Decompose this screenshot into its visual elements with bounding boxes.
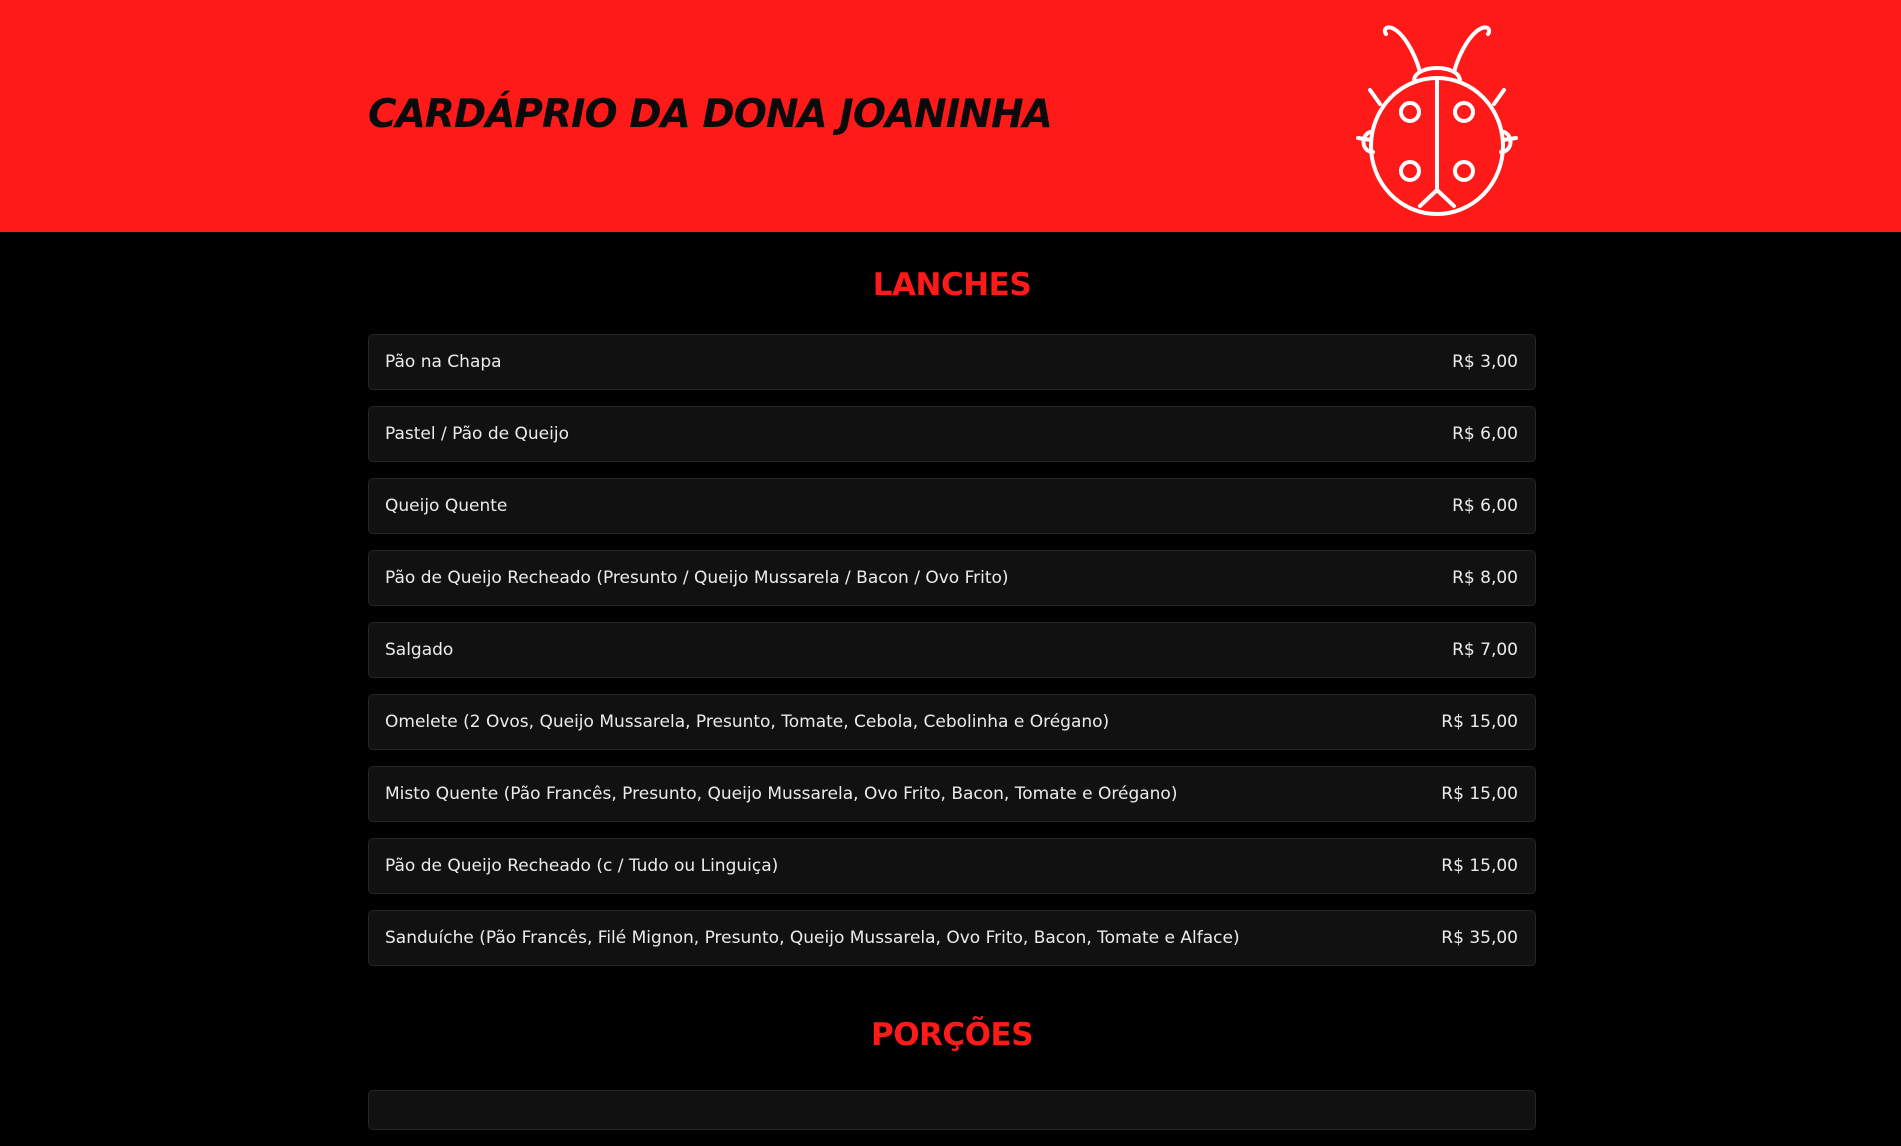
menu-item-price: R$ 15,00 [1441,712,1518,732]
menu-item-price: R$ 6,00 [1452,496,1518,516]
section-porcoes: PORÇÕES [368,982,1536,1130]
menu-item-name: Queijo Quente [385,496,508,516]
menu-item-price: R$ 6,00 [1452,424,1518,444]
section-lanches: LANCHES Pão na Chapa R$ 3,00 Pastel / Pã… [368,232,1536,966]
ladybug-icon [1356,25,1518,216]
menu-item: Pão na Chapa R$ 3,00 [368,334,1536,390]
menu-list-lanches: Pão na Chapa R$ 3,00 Pastel / Pão de Que… [368,334,1536,966]
menu-item-price: R$ 15,00 [1441,856,1518,876]
menu-item-name: Sanduíche (Pão Francês, Filé Mignon, Pre… [385,928,1240,948]
menu-item [368,1090,1536,1130]
page-title: CARDÁPRIO DA DONA JOANINHA [368,92,1053,137]
menu-item-price: R$ 15,00 [1441,784,1518,804]
section-title-lanches: LANCHES [872,267,1032,303]
menu-item-name: Pão de Queijo Recheado (Presunto / Queij… [385,568,1009,588]
page-header: CARDÁPRIO DA DONA JOANINHA [0,0,1901,232]
menu-item: Salgado R$ 7,00 [368,622,1536,678]
menu-item: Queijo Quente R$ 6,00 [368,478,1536,534]
menu-item-name: Pastel / Pão de Queijo [385,424,569,444]
menu-item: Sanduíche (Pão Francês, Filé Mignon, Pre… [368,910,1536,966]
menu-item-price: R$ 35,00 [1441,928,1518,948]
menu-item-name: Pão de Queijo Recheado (c / Tudo ou Ling… [385,856,779,876]
menu-item: Pão de Queijo Recheado (c / Tudo ou Ling… [368,838,1536,894]
menu-item: Pão de Queijo Recheado (Presunto / Queij… [368,550,1536,606]
menu-item-name: Omelete (2 Ovos, Queijo Mussarela, Presu… [385,712,1110,732]
menu-item: Pastel / Pão de Queijo R$ 6,00 [368,406,1536,462]
menu-item-name: Salgado [385,640,454,660]
menu-item-name: Misto Quente (Pão Francês, Presunto, Que… [385,784,1178,804]
menu-item-name: Pão na Chapa [385,352,502,372]
menu-item: Omelete (2 Ovos, Queijo Mussarela, Presu… [368,694,1536,750]
menu-list-porcoes [368,1090,1536,1130]
section-title-porcoes: PORÇÕES [870,1017,1034,1053]
menu-item-price: R$ 7,00 [1452,640,1518,660]
menu-content: LANCHES Pão na Chapa R$ 3,00 Pastel / Pã… [368,232,1536,1146]
menu-item-price: R$ 8,00 [1452,568,1518,588]
menu-item-price: R$ 3,00 [1452,352,1518,372]
menu-item: Misto Quente (Pão Francês, Presunto, Que… [368,766,1536,822]
